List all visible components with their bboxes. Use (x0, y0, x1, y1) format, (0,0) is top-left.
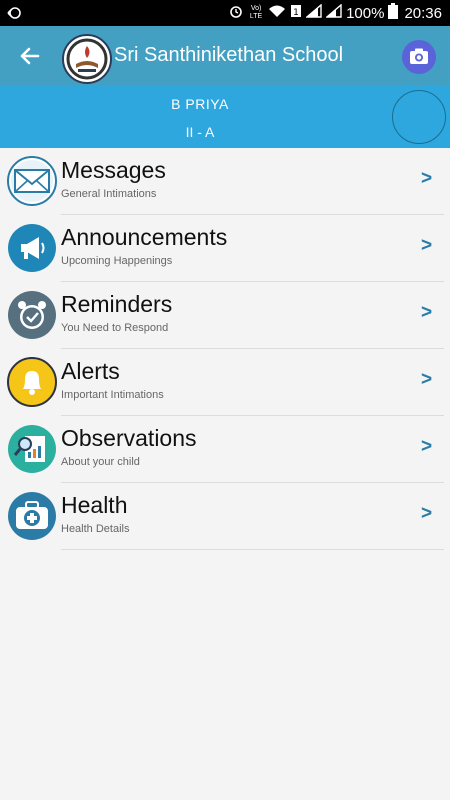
envelope-icon (7, 156, 57, 206)
divider (61, 549, 444, 550)
app-title: Sri Santhinikethan School (114, 44, 344, 66)
battery-percent: 100% (346, 4, 385, 22)
alarm-status-icon (228, 3, 244, 23)
medical-kit-icon (7, 491, 57, 541)
student-class: II - A (185, 124, 215, 140)
student-avatar[interactable] (392, 90, 446, 144)
camera-button[interactable] (402, 40, 436, 74)
chevron-right-icon[interactable]: > (421, 369, 432, 391)
menu-item-subtitle: Health Details (61, 523, 130, 535)
sync-icon (6, 4, 24, 22)
chevron-right-icon[interactable]: > (421, 503, 432, 525)
menu-item-alerts[interactable]: Alerts Important Intimations > (0, 349, 450, 416)
menu-item-subtitle: You Need to Respond (61, 322, 169, 334)
chevron-right-icon[interactable]: > (421, 168, 432, 190)
menu-item-health[interactable]: Health Health Details > (0, 483, 450, 550)
report-magnifier-icon (7, 424, 57, 474)
signal-icon (305, 3, 322, 22)
menu-item-subtitle: About your child (61, 456, 140, 468)
chevron-right-icon[interactable]: > (421, 235, 432, 257)
chevron-right-icon[interactable]: > (421, 436, 432, 458)
camera-icon (402, 48, 436, 78)
menu-item-title: Observations (61, 425, 197, 451)
status-bar: Vo) LTE 1 100% 20:36 (0, 0, 450, 26)
menu-item-title: Reminders (61, 291, 173, 317)
menu-item-subtitle: Important Intimations (61, 389, 164, 401)
menu-item-title: Health (61, 492, 128, 518)
alarm-clock-icon (7, 290, 57, 340)
volte-icon: Vo) LTE (249, 5, 263, 20)
menu-item-title: Announcements (61, 224, 228, 250)
menu-item-subtitle: Upcoming Happenings (61, 255, 173, 267)
student-banner: B PRIYA II - A (0, 86, 450, 148)
school-logo (62, 34, 112, 84)
battery-icon (388, 3, 399, 23)
menu-item-observations[interactable]: Observations About your child > (0, 416, 450, 483)
signal-icon-2 (325, 3, 342, 22)
bell-icon (7, 357, 57, 407)
menu-item-announcements[interactable]: Announcements Upcoming Happenings > (0, 215, 450, 282)
student-name: B PRIYA (171, 96, 229, 112)
wifi-icon (268, 4, 286, 22)
menu-item-subtitle: General Intimations (61, 188, 157, 200)
app-bar: Sri Santhinikethan School (0, 26, 450, 86)
menu-item-title: Alerts (61, 358, 120, 384)
menu-item-title: Messages (61, 157, 166, 183)
megaphone-icon (7, 223, 57, 273)
menu-item-reminders[interactable]: Reminders You Need to Respond > (0, 282, 450, 349)
back-arrow-icon[interactable] (16, 42, 44, 70)
menu-list: Messages General Intimations > Announcem… (0, 148, 450, 550)
svg-text:1: 1 (293, 8, 299, 18)
menu-item-messages[interactable]: Messages General Intimations > (0, 148, 450, 215)
chevron-right-icon[interactable]: > (421, 302, 432, 324)
status-time: 20:36 (404, 4, 442, 22)
sim-icon: 1 (290, 4, 302, 22)
